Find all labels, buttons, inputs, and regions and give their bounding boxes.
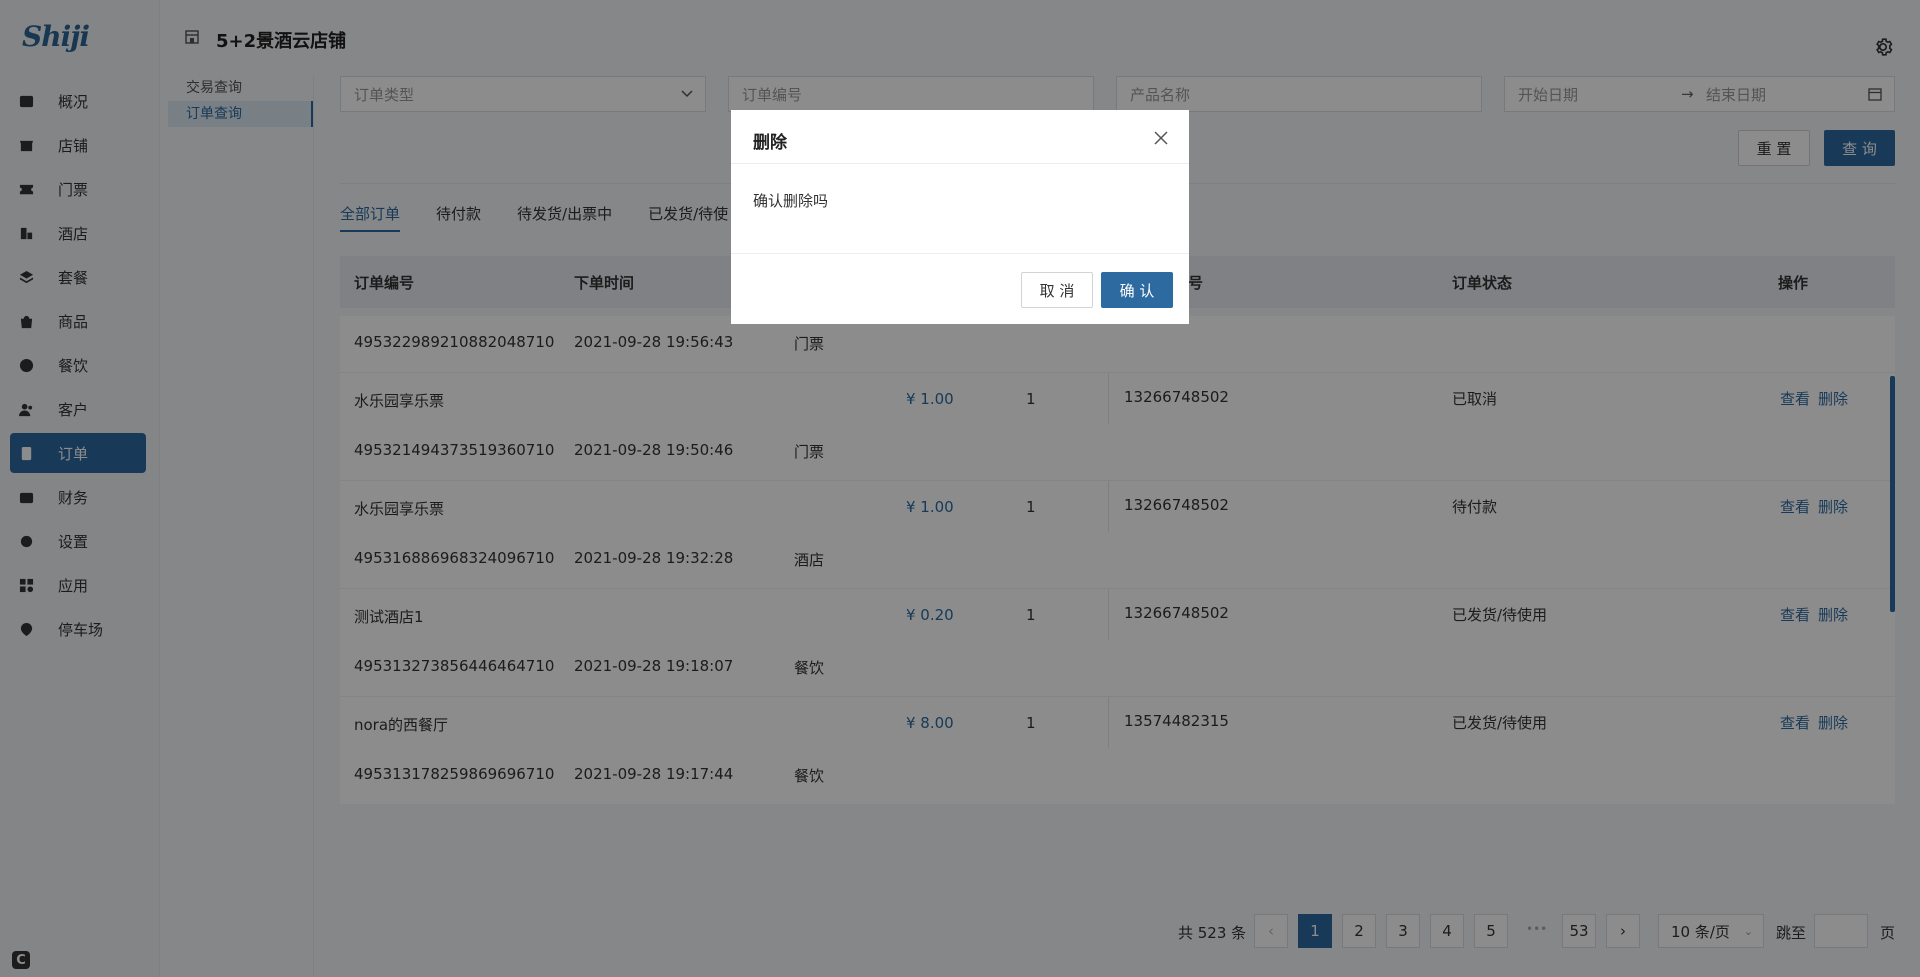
- dialog-footer: 取 消 确 认: [731, 254, 1189, 324]
- modal-overlay[interactable]: 删除 确认删除吗 取 消 确 认: [0, 0, 1920, 977]
- confirm-button[interactable]: 确 认: [1101, 272, 1173, 308]
- dialog-title: 删除: [753, 133, 787, 153]
- cancel-button[interactable]: 取 消: [1021, 272, 1093, 308]
- dialog-header: 删除: [731, 110, 1189, 164]
- delete-confirm-dialog: 删除 确认删除吗 取 消 确 认: [731, 110, 1189, 324]
- close-icon[interactable]: [1153, 130, 1169, 146]
- dialog-message: 确认删除吗: [731, 164, 1189, 254]
